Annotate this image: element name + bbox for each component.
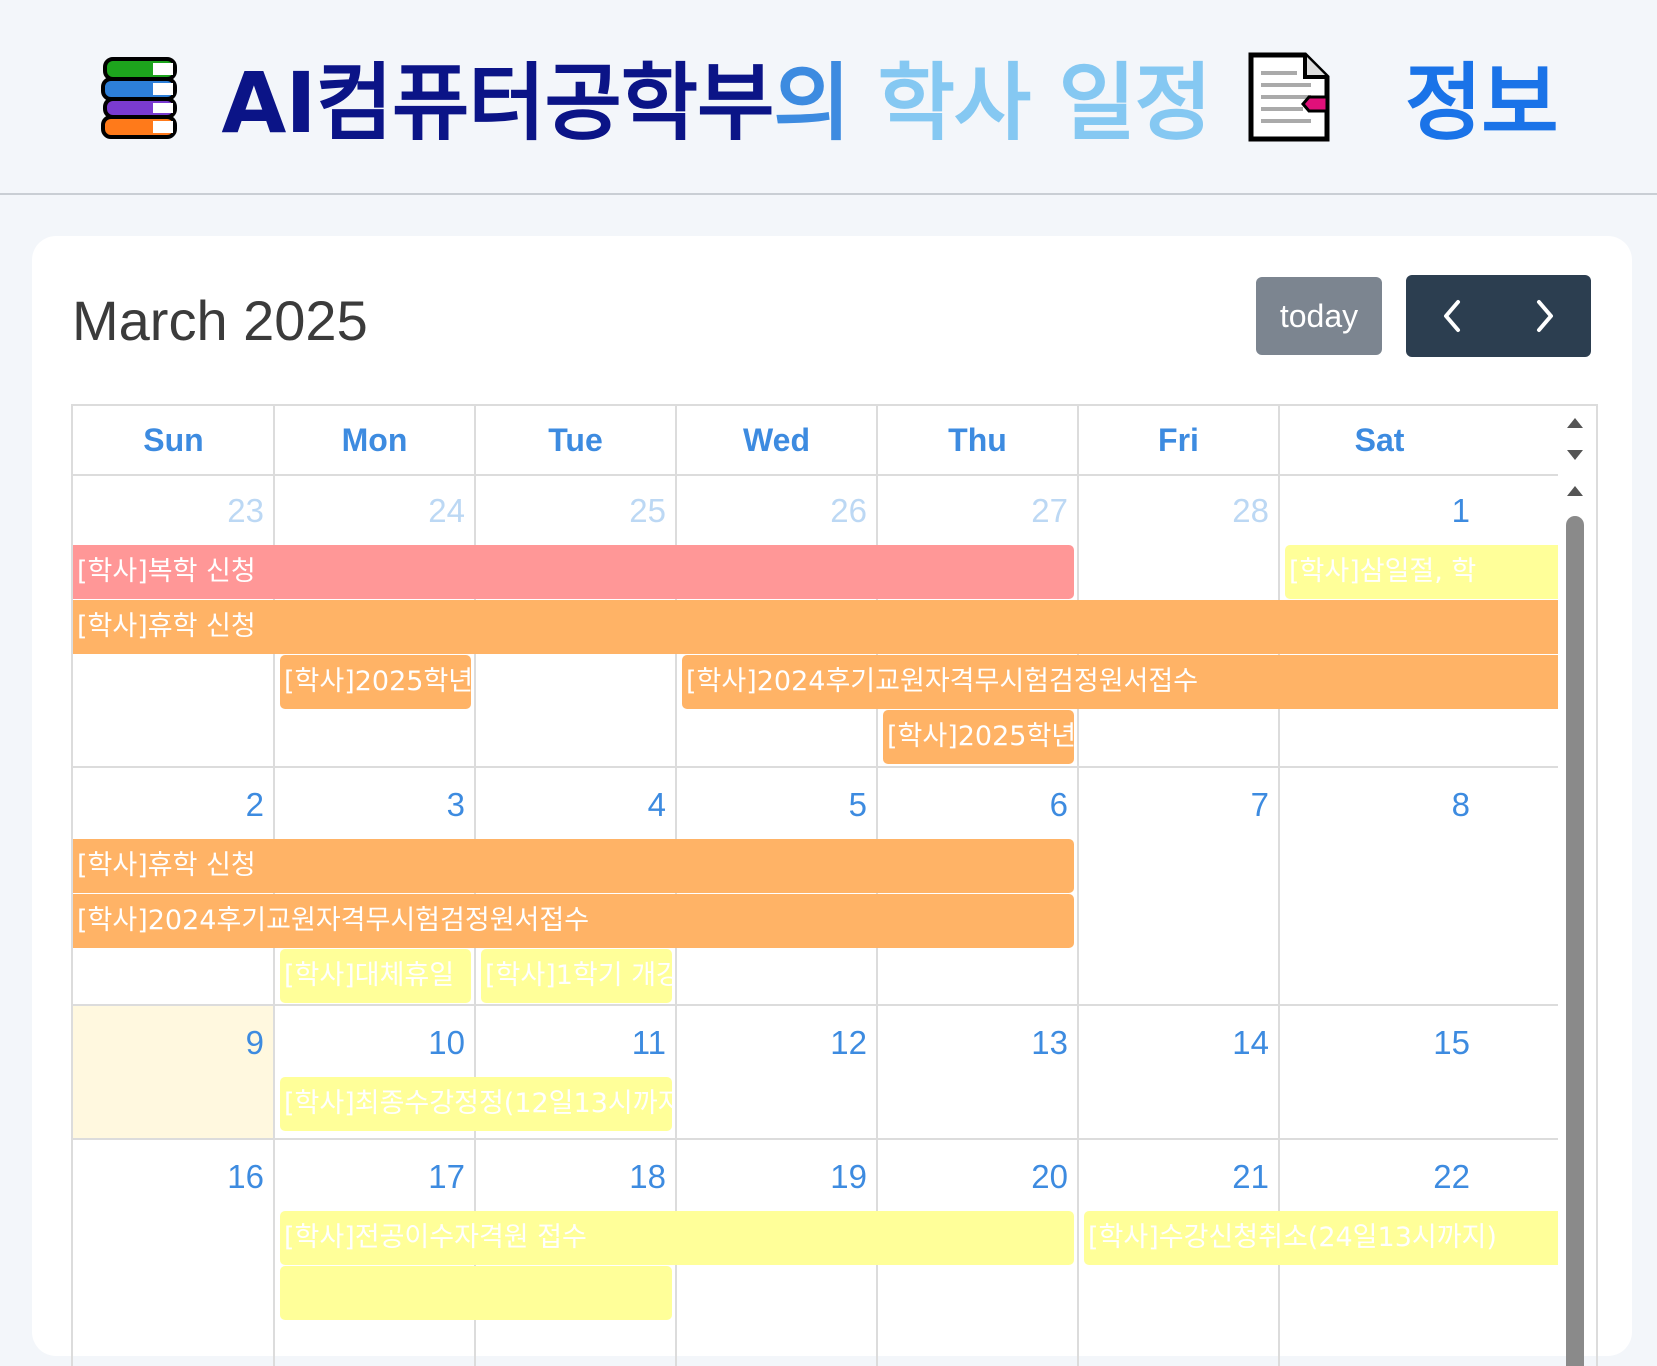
day-number[interactable]: 24: [385, 492, 465, 530]
week-divider: [73, 766, 1558, 768]
today-button[interactable]: today: [1256, 277, 1382, 355]
title-info: 정보: [1405, 54, 1559, 152]
weekday-header-fri: Fri: [1158, 422, 1199, 458]
chevron-left-icon: [1444, 300, 1461, 332]
weekday-header-sat: Sat: [1354, 422, 1405, 458]
calendar-event[interactable]: [학사]최종수강정정(12일13시까지): [280, 1077, 672, 1131]
calendar-grid: Sun Mon Tue Wed Thu Fri Sat 23 24 25 26 27 28 1 [학사]복…: [71, 404, 1598, 1366]
calendar-event[interactable]: [학사]휴학 신청: [73, 600, 1558, 654]
day-number[interactable]: 12: [787, 1024, 867, 1062]
scroll-down-arrow[interactable]: [1567, 450, 1583, 460]
weekday-header-thu: Thu: [948, 422, 1007, 458]
day-number[interactable]: 10: [385, 1024, 465, 1062]
day-number[interactable]: 5: [787, 786, 867, 824]
calendar-month-title: March 2025: [72, 289, 368, 352]
weekday-header-tue: Tue: [548, 422, 603, 458]
weekday-header-sun: Sun: [143, 422, 204, 458]
calendar-event[interactable]: [학사]2025학년도: [280, 655, 471, 709]
day-number[interactable]: 11: [586, 1024, 666, 1062]
calendar-event[interactable]: [학사]2025학년도: [883, 710, 1074, 764]
calendar-event[interactable]: [학사]전공이수자격원 접수: [280, 1211, 1074, 1265]
calendar-event[interactable]: [학사]수강신청취소(24일13시까지): [1084, 1211, 1558, 1265]
day-number[interactable]: 14: [1189, 1024, 1269, 1062]
day-number[interactable]: 3: [385, 786, 465, 824]
day-number[interactable]: 6: [988, 786, 1068, 824]
week-divider: [73, 1004, 1558, 1006]
calendar-event[interactable]: [학사]대체휴일: [280, 949, 471, 1003]
day-number[interactable]: 26: [787, 492, 867, 530]
page-title: AI컴퓨터공학부 의 학사 일정 정보: [99, 36, 1559, 157]
title-schedule: 학사 일정: [877, 54, 1212, 152]
day-number[interactable]: 13: [988, 1024, 1068, 1062]
day-number[interactable]: 2: [184, 786, 264, 824]
scroll-thumb[interactable]: [1566, 516, 1584, 1366]
day-number[interactable]: 7: [1189, 786, 1269, 824]
calendar-event[interactable]: [학사]1학기 개강: [481, 949, 672, 1003]
books-icon: [101, 56, 178, 139]
day-number[interactable]: 15: [1390, 1024, 1470, 1062]
weekday-header-wed: Wed: [743, 422, 810, 458]
day-number[interactable]: 16: [184, 1158, 264, 1196]
day-number[interactable]: 25: [586, 492, 666, 530]
chevron-right-icon: [1536, 300, 1553, 332]
calendar-event[interactable]: [280, 1266, 672, 1320]
day-number[interactable]: 27: [988, 492, 1068, 530]
day-number[interactable]: 4: [586, 786, 666, 824]
calendar-event[interactable]: [학사]2024후기교원자격무시험검정원서접수: [73, 894, 1074, 948]
calendar-event[interactable]: [학사]삼일절, 학: [1285, 545, 1558, 599]
scroll-up-arrow[interactable]: [1567, 418, 1583, 428]
title-dept: AI컴퓨터공학부: [221, 54, 774, 152]
weekday-header-mon: Mon: [341, 422, 408, 458]
prev-month-button[interactable]: [1406, 275, 1499, 357]
title-particle: 의: [773, 54, 850, 152]
day-number[interactable]: 20: [988, 1158, 1068, 1196]
day-number[interactable]: 23: [184, 492, 264, 530]
calendar-event[interactable]: [학사]복학 신청: [73, 545, 1074, 599]
weekday-header-row: Sun Mon Tue Wed Thu Fri Sat: [73, 406, 1558, 476]
day-number[interactable]: 21: [1189, 1158, 1269, 1196]
document-icon: [1248, 52, 1330, 141]
column-divider: [1077, 406, 1079, 1366]
calendar-card: March 2025 today Sun Mon Tue Wed Thu Fri Sat 2…: [32, 236, 1632, 1366]
calendar-event[interactable]: [학사]2024후기교원자격무시험검정원서접수: [682, 655, 1558, 709]
day-number[interactable]: 22: [1390, 1158, 1470, 1196]
next-month-button[interactable]: [1499, 275, 1592, 357]
calendar-event[interactable]: [학사]휴학 신청: [73, 839, 1074, 893]
day-number[interactable]: 9: [184, 1024, 264, 1062]
day-number[interactable]: 1: [1390, 492, 1470, 530]
day-number[interactable]: 8: [1390, 786, 1470, 824]
page-header: AI컴퓨터공학부 의 학사 일정 정보: [0, 0, 1657, 195]
scroll-up-arrow-body[interactable]: [1567, 486, 1583, 496]
day-number[interactable]: 19: [787, 1158, 867, 1196]
day-number[interactable]: 17: [385, 1158, 465, 1196]
calendar-scrollbar[interactable]: [1559, 406, 1596, 1366]
day-number[interactable]: 28: [1189, 492, 1269, 530]
week-divider: [73, 1138, 1558, 1140]
month-nav-group: [1406, 275, 1591, 357]
day-number[interactable]: 18: [586, 1158, 666, 1196]
